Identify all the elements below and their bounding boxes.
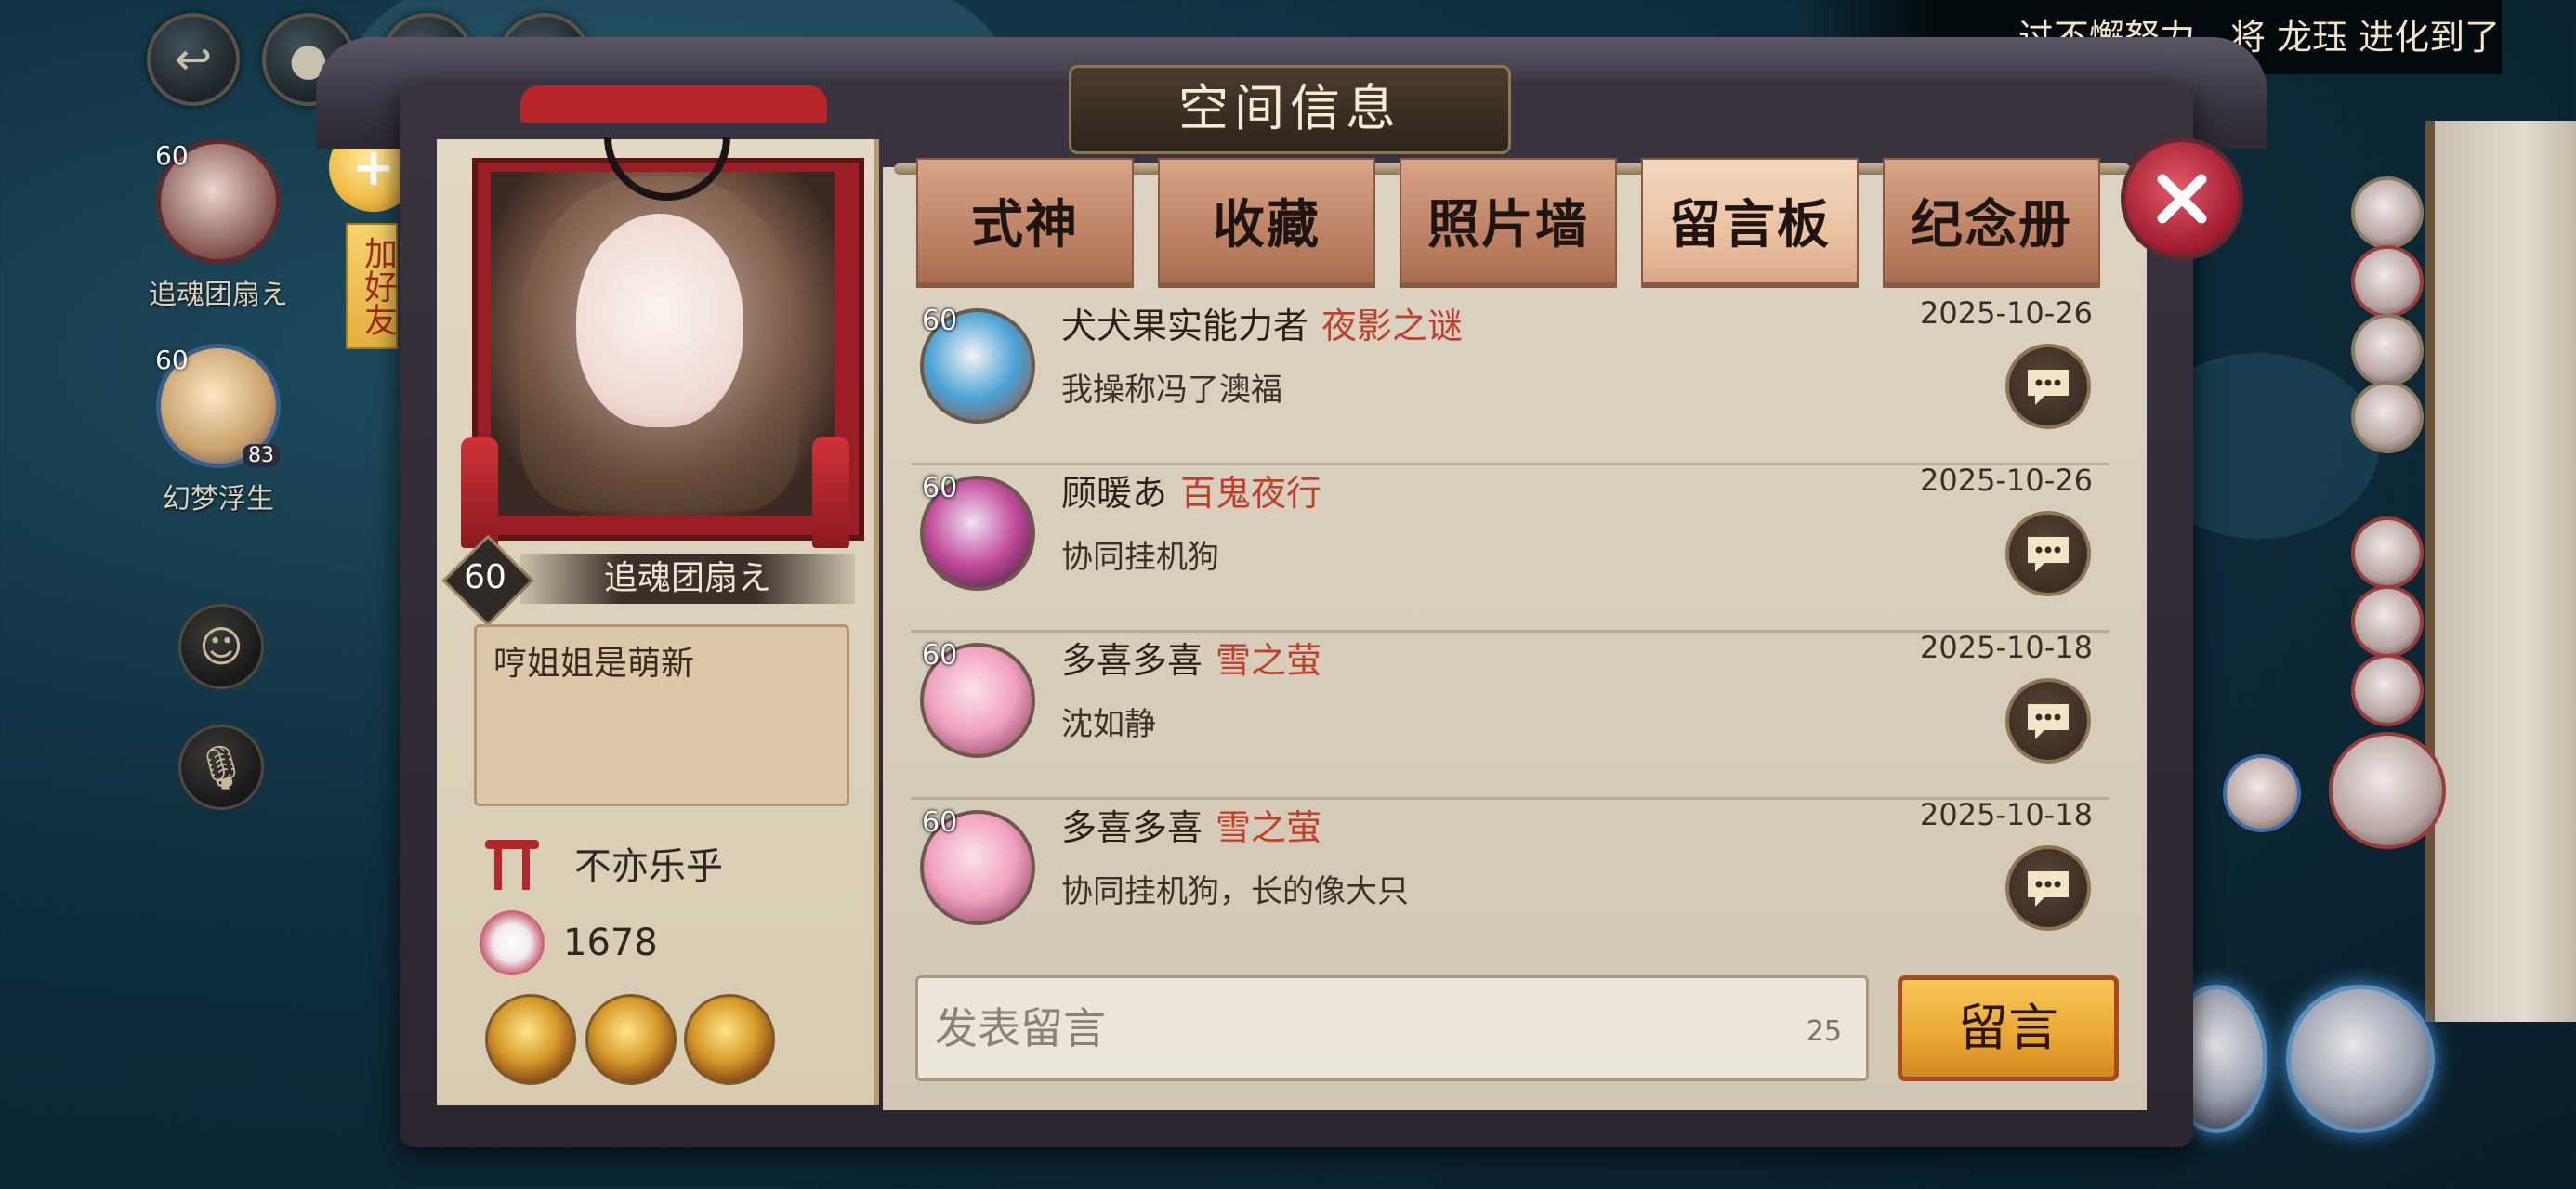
tassel-right-icon: [812, 437, 849, 548]
message-date: 2025-10-18: [1920, 797, 2093, 832]
sender-level: 60: [922, 472, 958, 504]
back-icon[interactable]: ↩: [147, 13, 240, 106]
message-content: 沈如静: [1061, 706, 1156, 743]
medal-icon[interactable]: [684, 994, 775, 1085]
friend-entry[interactable]: 60 追魂团扇え: [139, 139, 297, 312]
message-item: 60 多喜多喜 雪之萤 2025-10-18 协同挂机狗，长的像大只: [911, 797, 2109, 946]
bottom-character-portrait[interactable]: [2286, 985, 2435, 1133]
right-scroll-panel: [2425, 121, 2576, 1022]
guild-row: 不亦乐乎: [483, 834, 723, 892]
guild-name: 不亦乐乎: [574, 845, 723, 888]
sender-line: 多喜多喜 雪之萤: [1061, 799, 1321, 850]
friend-avatar: 60: [155, 139, 281, 264]
reply-button[interactable]: [2005, 678, 2091, 764]
tab-message-board[interactable]: 留言板: [1641, 158, 1859, 288]
reply-bubble-icon: [2028, 537, 2069, 572]
sender-line: 多喜多喜 雪之萤: [1061, 632, 1321, 683]
medal-icon[interactable]: [485, 994, 576, 1085]
message-input[interactable]: [918, 978, 1866, 1078]
side-avatar[interactable]: [2351, 176, 2424, 249]
torii-icon: [483, 834, 541, 892]
sender-level: 60: [922, 305, 958, 337]
flower-icon: [480, 910, 545, 975]
sender-server: 雪之萤: [1216, 807, 1322, 848]
side-avatar[interactable]: [2351, 314, 2424, 386]
side-avatar[interactable]: [2223, 754, 2301, 832]
dialog-title: 空间信息: [1069, 65, 1511, 154]
message-date: 2025-10-18: [1920, 630, 2093, 665]
message-date: 2025-10-26: [1920, 295, 2093, 331]
sender-level: 60: [922, 806, 958, 839]
message-item: 60 顾暖あ 百鬼夜行 2025-10-26 协同挂机狗: [911, 463, 2109, 633]
profile-photo-face: [576, 214, 743, 427]
reply-button[interactable]: [2005, 344, 2091, 429]
reply-button[interactable]: [2005, 845, 2091, 931]
reply-bubble-icon: [2028, 871, 2069, 907]
side-avatar[interactable]: [2351, 654, 2424, 726]
message-item: 60 犬犬果实能力者 夜影之谜 2025-10-26 我操称冯了澳福: [911, 295, 2109, 465]
tab-photo-wall[interactable]: 照片墙: [1400, 158, 1617, 288]
sender-line: 犬犬果实能力者 夜影之谜: [1061, 297, 1463, 348]
profile-name: 追魂团扇え: [520, 554, 855, 604]
sender-name[interactable]: 多喜多喜: [1061, 640, 1203, 681]
profile-level: 60: [464, 558, 506, 596]
side-avatar[interactable]: [2351, 245, 2424, 318]
flower-row: 1678: [480, 910, 658, 975]
side-avatar[interactable]: [2351, 381, 2424, 453]
sender-server: 夜影之谜: [1321, 306, 1464, 346]
char-counter: 25: [1806, 1015, 1842, 1048]
message-date: 2025-10-26: [1920, 463, 2093, 498]
sender-line: 顾暖あ 百鬼夜行: [1061, 464, 1321, 516]
message-list[interactable]: 60 犬犬果实能力者 夜影之谜 2025-10-26 我操称冯了澳福 60 顾暖あ…: [911, 295, 2109, 946]
friend-entry[interactable]: 60 83 幻梦浮生: [139, 344, 297, 516]
friend-badge: 83: [243, 444, 280, 467]
friend-level: 60: [155, 345, 189, 375]
message-content: 我操称冯了澳福: [1061, 372, 1282, 409]
friend-level: 60: [155, 140, 189, 171]
sender-server: 雪之萤: [1216, 640, 1322, 681]
profile-bio: 哼姐姐是萌新: [474, 624, 849, 806]
flower-count: 1678: [563, 921, 658, 964]
voice-mute-icon[interactable]: 🎙: [178, 725, 264, 810]
close-button[interactable]: [2121, 137, 2243, 260]
tab-memorial-album[interactable]: 纪念册: [1883, 158, 2100, 288]
message-item: 60 多喜多喜 雪之萤 2025-10-18 沈如静: [911, 630, 2109, 800]
friend-avatar: 60 83: [155, 344, 281, 468]
sender-server: 百鬼夜行: [1180, 473, 1322, 514]
sender-level: 60: [922, 639, 958, 672]
side-avatar[interactable]: [2351, 516, 2424, 589]
close-icon: [2157, 174, 2207, 224]
tassel-left-icon: [461, 437, 498, 548]
emoji-icon[interactable]: ☺: [178, 604, 264, 689]
message-content: 协同挂机狗，长的像大只: [1061, 873, 1409, 910]
reply-button[interactable]: [2005, 511, 2091, 596]
friend-name: 追魂团扇え: [149, 279, 288, 311]
reply-bubble-icon: [2028, 370, 2069, 405]
add-friend-button[interactable]: 加好友: [346, 223, 398, 349]
medal-icon[interactable]: [585, 994, 677, 1085]
tab-collection[interactable]: 收藏: [1158, 158, 1375, 288]
sender-name[interactable]: 多喜多喜: [1061, 807, 1203, 848]
message-input-box: 25: [915, 975, 1869, 1081]
message-content: 协同挂机狗: [1061, 539, 1219, 576]
side-avatar[interactable]: [2351, 585, 2424, 658]
side-avatar-large[interactable]: [2329, 732, 2446, 849]
tab-shikigami[interactable]: 式神: [916, 158, 1134, 288]
sender-name[interactable]: 犬犬果实能力者: [1061, 306, 1308, 346]
friend-name: 幻梦浮生: [163, 483, 274, 516]
reply-bubble-icon: [2028, 704, 2069, 739]
sender-name[interactable]: 顾暖あ: [1061, 473, 1167, 514]
post-message-button[interactable]: 留言: [1898, 975, 2119, 1081]
